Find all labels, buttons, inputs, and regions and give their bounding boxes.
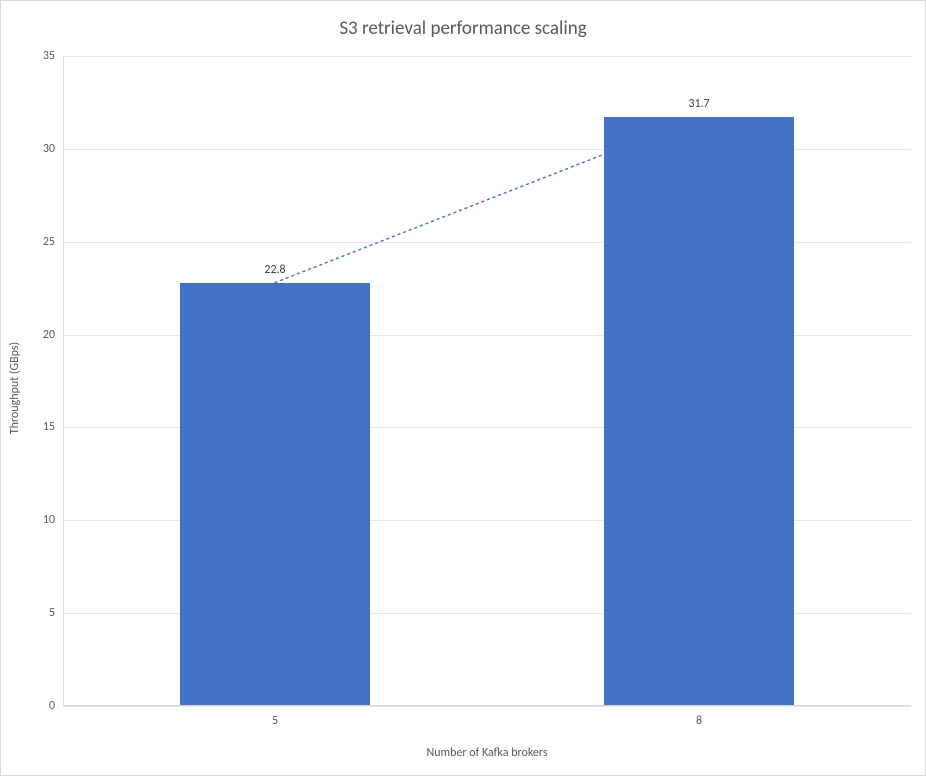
gridline xyxy=(63,706,911,707)
y-tick-label: 10 xyxy=(43,513,63,527)
y-tick-label: 0 xyxy=(49,699,63,713)
y-axis-title: Throughput (GBps) xyxy=(8,342,22,434)
y-tick-label: 20 xyxy=(43,328,63,342)
y-tick-label: 35 xyxy=(43,49,63,63)
chart-frame: S3 retrieval performance scaling Through… xyxy=(0,0,926,776)
plot-border-bottom xyxy=(63,705,911,706)
bars-layer: 22.8 31.7 xyxy=(63,56,911,706)
y-tick-label: 5 xyxy=(49,606,63,620)
plot-area: 22.831.7 0510152025303558 xyxy=(63,56,911,706)
y-tick-label: 25 xyxy=(43,235,63,249)
y-tick-label: 30 xyxy=(43,142,63,156)
y-tick-label: 15 xyxy=(43,420,63,434)
bar xyxy=(604,117,795,706)
x-tick-label: 8 xyxy=(696,706,702,728)
plot-border-left xyxy=(63,56,64,706)
chart-title: S3 retrieval performance scaling xyxy=(1,17,925,40)
x-tick-label: 5 xyxy=(272,706,278,728)
bar xyxy=(180,283,371,706)
data-label: 31.7 xyxy=(688,97,709,117)
x-axis-title: Number of Kafka brokers xyxy=(63,746,911,760)
data-label: 22.8 xyxy=(264,263,285,283)
